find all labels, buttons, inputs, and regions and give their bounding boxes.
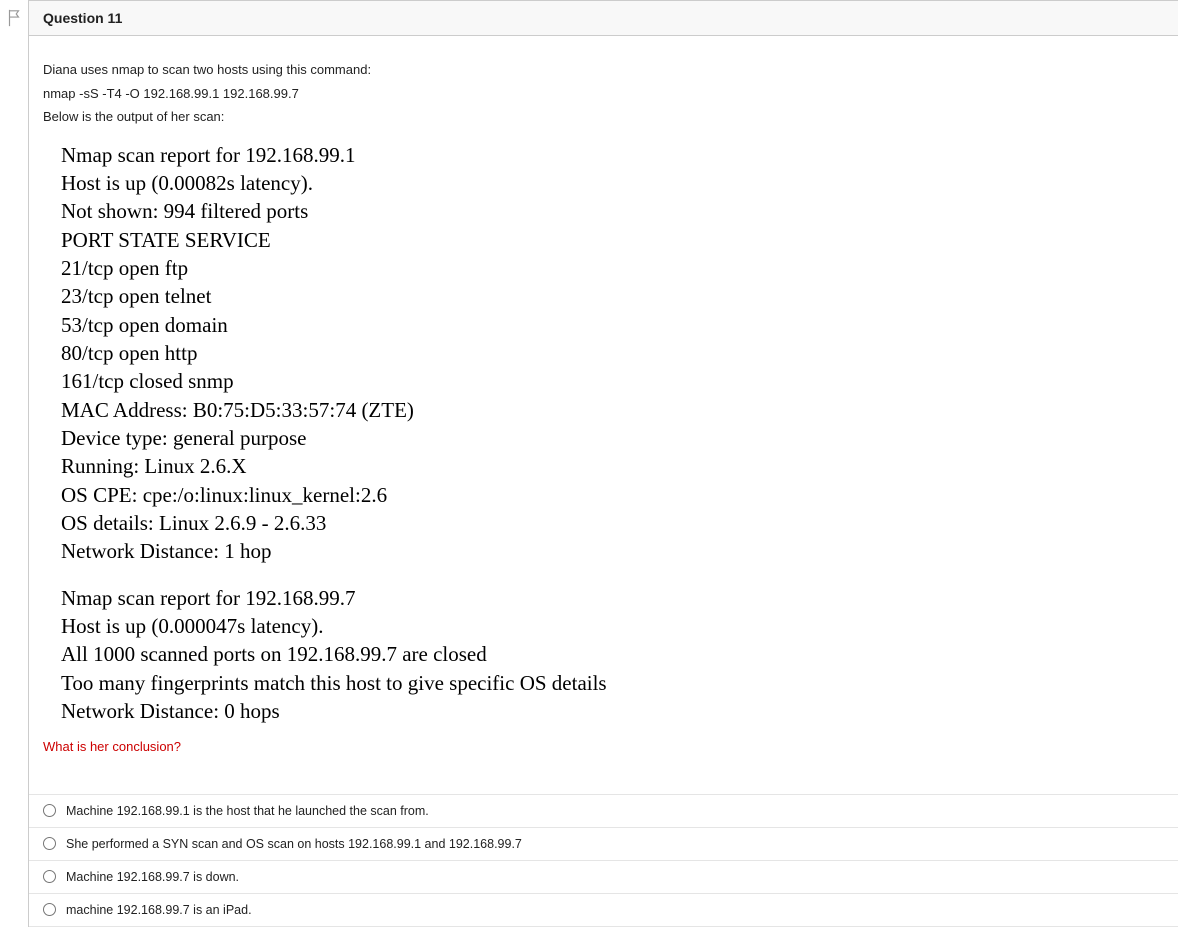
answer-label-a[interactable]: Machine 192.168.99.1 is the host that he… bbox=[66, 804, 429, 818]
intro-line-2: Below is the output of her scan: bbox=[43, 107, 1164, 127]
report-line: PORT STATE SERVICE bbox=[61, 226, 1164, 254]
report-line: 161/tcp closed snmp bbox=[61, 367, 1164, 395]
report-line: All 1000 scanned ports on 192.168.99.7 a… bbox=[61, 640, 1164, 668]
answer-option-a[interactable]: Machine 192.168.99.1 is the host that he… bbox=[29, 795, 1178, 828]
report-line: Network Distance: 1 hop bbox=[61, 537, 1164, 565]
report-line: Network Distance: 0 hops bbox=[61, 697, 1164, 725]
report-line: Running: Linux 2.6.X bbox=[61, 452, 1164, 480]
intro-command: nmap -sS -T4 -O 192.168.99.1 192.168.99.… bbox=[43, 84, 1164, 104]
answer-label-c[interactable]: Machine 192.168.99.7 is down. bbox=[66, 870, 239, 884]
radio-d[interactable] bbox=[43, 903, 56, 916]
flag-icon[interactable] bbox=[4, 6, 24, 30]
intro-line-1: Diana uses nmap to scan two hosts using … bbox=[43, 60, 1164, 80]
report-line: 21/tcp open ftp bbox=[61, 254, 1164, 282]
report-line: 80/tcp open http bbox=[61, 339, 1164, 367]
radio-b[interactable] bbox=[43, 837, 56, 850]
report-line: OS CPE: cpe:/o:linux:linux_kernel:2.6 bbox=[61, 481, 1164, 509]
report-line: Nmap scan report for 192.168.99.1 bbox=[61, 141, 1164, 169]
report-line: Host is up (0.000047s latency). bbox=[61, 612, 1164, 640]
report-line: Not shown: 994 filtered ports bbox=[61, 197, 1164, 225]
answer-option-d[interactable]: machine 192.168.99.7 is an iPad. bbox=[29, 894, 1178, 927]
question-title: Question 11 bbox=[43, 10, 122, 26]
answer-label-d[interactable]: machine 192.168.99.7 is an iPad. bbox=[66, 903, 252, 917]
radio-c[interactable] bbox=[43, 870, 56, 883]
answer-option-c[interactable]: Machine 192.168.99.7 is down. bbox=[29, 861, 1178, 894]
report-line: 53/tcp open domain bbox=[61, 311, 1164, 339]
report-line: Host is up (0.00082s latency). bbox=[61, 169, 1164, 197]
report-line: MAC Address: B0:75:D5:33:57:74 (ZTE) bbox=[61, 396, 1164, 424]
question-prompt: What is her conclusion? bbox=[43, 737, 1164, 757]
report-line: Device type: general purpose bbox=[61, 424, 1164, 452]
answer-label-b[interactable]: She performed a SYN scan and OS scan on … bbox=[66, 837, 522, 851]
report-line: 23/tcp open telnet bbox=[61, 282, 1164, 310]
report-line: Too many fingerprints match this host to… bbox=[61, 669, 1164, 697]
report-line: Nmap scan report for 192.168.99.7 bbox=[61, 584, 1164, 612]
radio-a[interactable] bbox=[43, 804, 56, 817]
answer-option-b[interactable]: She performed a SYN scan and OS scan on … bbox=[29, 828, 1178, 861]
report-line: OS details: Linux 2.6.9 - 2.6.33 bbox=[61, 509, 1164, 537]
answer-list: Machine 192.168.99.1 is the host that he… bbox=[29, 794, 1178, 927]
question-body: Diana uses nmap to scan two hosts using … bbox=[29, 36, 1178, 778]
scan-output-host1: Nmap scan report for 192.168.99.1 Host i… bbox=[61, 141, 1164, 726]
question-header: Question 11 bbox=[29, 0, 1178, 36]
